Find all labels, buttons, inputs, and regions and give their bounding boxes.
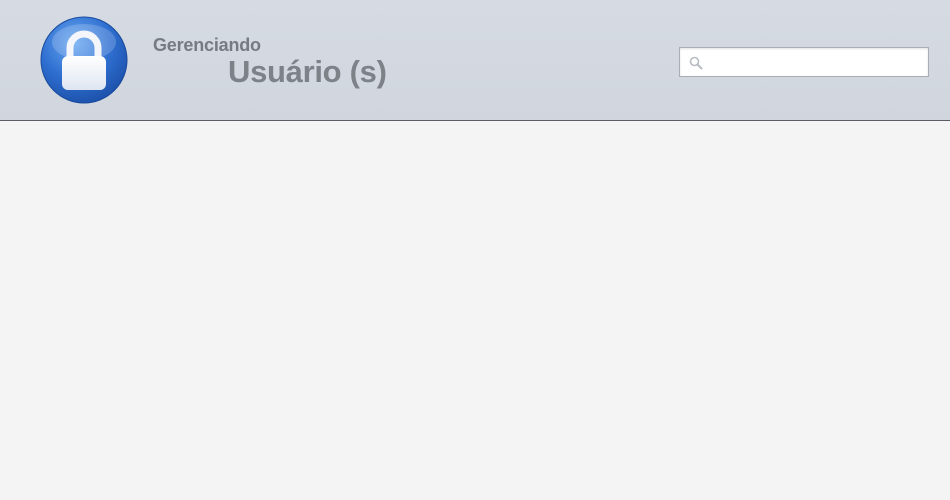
search-field[interactable] (679, 47, 929, 77)
page-title: Usuário (s) (228, 54, 387, 89)
search-input[interactable] (708, 48, 926, 76)
lock-icon (40, 16, 128, 104)
main-content (0, 122, 950, 500)
app-header: Gerenciando Usuário (s) (0, 0, 950, 121)
header-subtitle: Gerenciando (153, 35, 261, 55)
search-icon (689, 56, 703, 70)
